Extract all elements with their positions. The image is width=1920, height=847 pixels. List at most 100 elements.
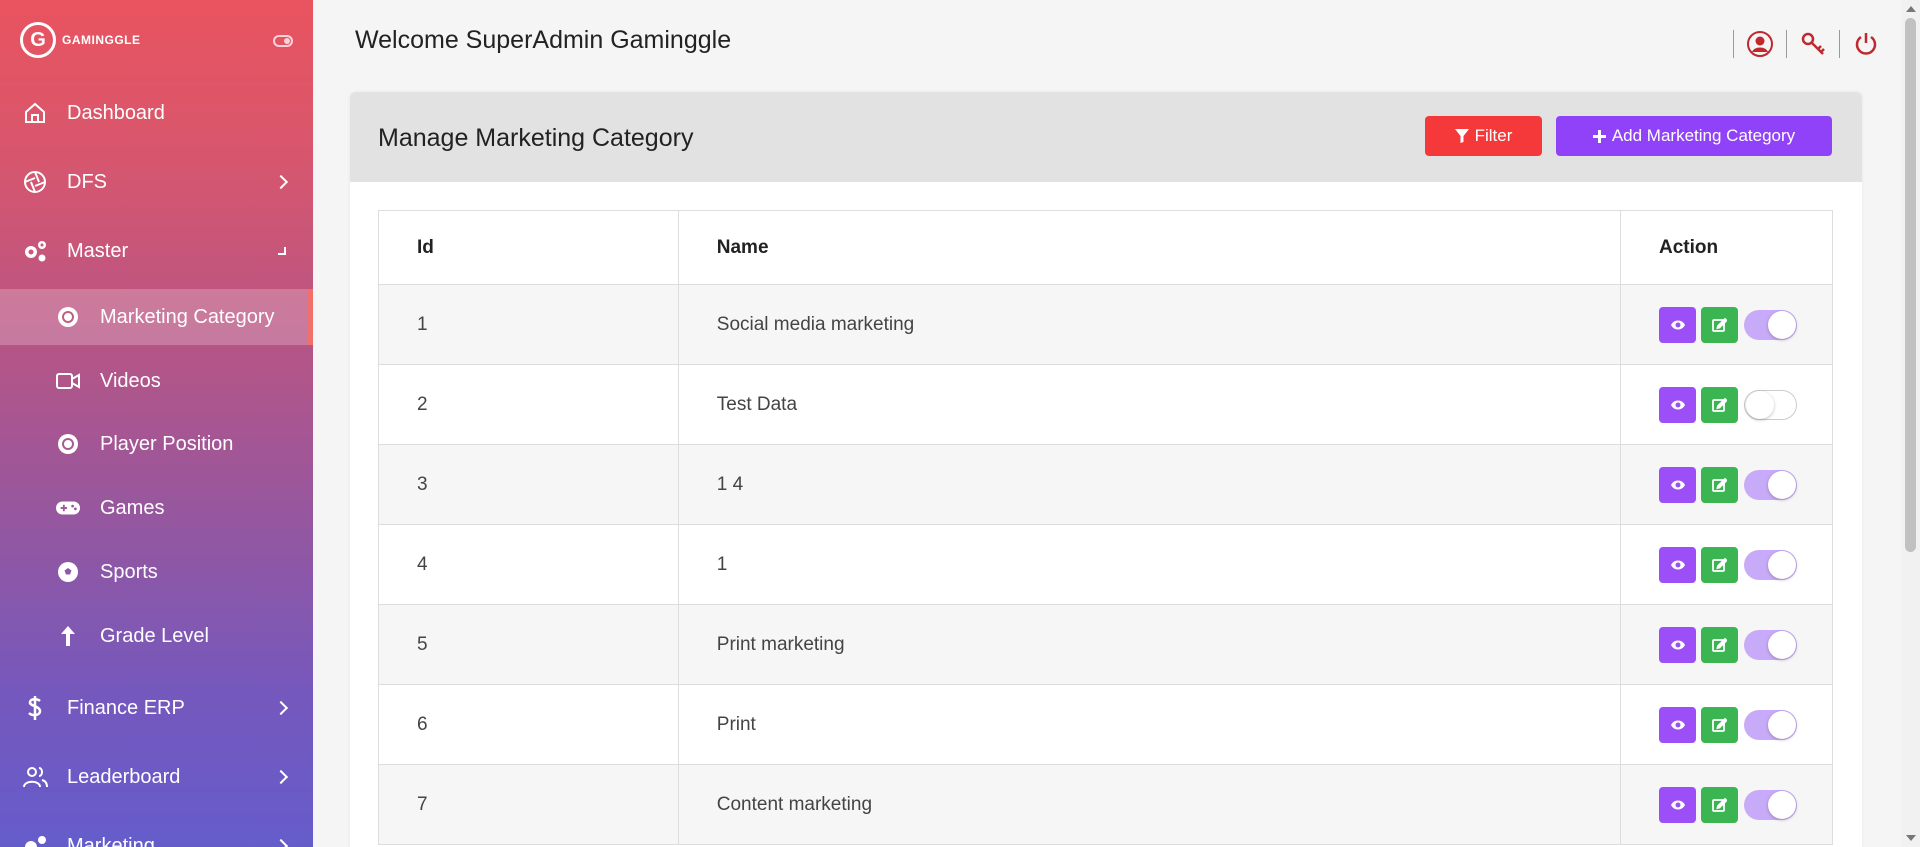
view-button[interactable] [1659,386,1697,423]
filter-button[interactable]: Filter [1425,116,1542,156]
column-header-id: Id [378,210,679,285]
sidebar-item-label: Finance ERP [67,696,185,719]
user-profile-icon[interactable] [1746,30,1774,58]
status-toggle[interactable] [1744,709,1798,740]
sidebar-subitem-player-position[interactable]: Player Position [0,416,313,472]
status-toggle[interactable] [1744,309,1798,340]
add-marketing-category-button[interactable]: Add Marketing Category [1556,116,1832,156]
edit-icon [1712,557,1728,572]
edit-icon [1712,477,1728,492]
sidebar-item-finance-erp[interactable]: Finance ERP [0,680,313,736]
view-button[interactable] [1659,306,1697,343]
divider [1733,30,1734,58]
row-actions [1659,626,1832,663]
chevron-right-icon [273,838,289,847]
gamepad-icon [56,496,80,520]
eye-icon [1670,719,1686,731]
plus-icon [1592,129,1606,143]
sidebar-toggle-icon[interactable] [273,35,293,47]
view-button[interactable] [1659,706,1697,743]
key-icon[interactable] [1799,30,1827,58]
edit-button[interactable] [1701,786,1739,823]
table-header-row: Id Name Action [378,210,1833,285]
chevron-right-icon [273,700,289,716]
video-icon [56,369,80,393]
sidebar-subitem-grade-level[interactable]: Grade Level [0,608,313,664]
sidebar-item-leaderboard[interactable]: Leaderboard [0,749,313,805]
status-toggle[interactable] [1744,549,1798,580]
status-toggle[interactable] [1744,629,1798,660]
cell-actions [1620,764,1833,845]
page-title: Manage Marketing Category [378,124,694,152]
eye-icon [1670,399,1686,411]
chevron-right-icon [273,769,289,785]
brand-logo[interactable]: G GAMINGGLE [20,22,141,58]
edit-button[interactable] [1701,626,1739,663]
sidebar-subitem-videos[interactable]: Videos [0,353,313,409]
filter-button-label: Filter [1474,126,1513,145]
header-actions [1721,30,1880,58]
view-button[interactable] [1659,626,1697,663]
cell-actions [1620,524,1833,605]
scrollbar-thumb[interactable] [1905,18,1916,552]
table-row: 41 [378,524,1833,605]
edit-button[interactable] [1701,706,1739,743]
status-toggle[interactable] [1744,469,1798,500]
status-toggle[interactable] [1744,389,1798,420]
row-actions [1659,546,1832,583]
badge-icon [56,305,80,329]
sidebar-subitem-games[interactable]: Games [0,480,313,536]
toggle-knob [1768,630,1797,659]
sidebar-subitem-label: Sports [100,560,158,583]
sidebar-subitem-sports[interactable]: Sports [0,544,313,600]
row-actions [1659,386,1832,423]
cell-name: Social media marketing [677,284,1622,365]
sidebar-item-dashboard[interactable]: Dashboard [0,85,313,141]
edit-button[interactable] [1701,306,1739,343]
users-icon [22,764,48,790]
toggle-knob [1768,550,1797,579]
sidebar-item-dfs[interactable]: DFS [0,154,313,210]
sidebar-item-marketing[interactable]: Marketing [0,818,313,847]
home-icon [22,100,48,126]
badge-icon [56,432,80,456]
cell-actions [1620,444,1833,525]
chevron-down-icon [278,247,286,255]
toggle-knob [1768,790,1797,819]
row-actions [1659,786,1832,823]
power-icon[interactable] [1852,30,1880,58]
edit-icon [1712,637,1728,652]
edit-button[interactable] [1701,466,1739,503]
toggle-knob [1746,390,1775,419]
gears-icon [22,833,48,847]
edit-icon [1712,797,1728,812]
scroll-down-arrow-icon[interactable] [1906,835,1916,841]
status-toggle[interactable] [1744,789,1798,820]
sidebar-subitem-marketing-category[interactable]: Marketing Category [0,289,313,345]
cell-id: 4 [378,524,679,605]
edit-icon [1712,317,1728,332]
sidebar-subitem-label: Grade Level [100,624,209,647]
filter-icon [1454,129,1469,143]
sidebar-item-master[interactable]: Master [0,223,313,279]
table-body: 1 Social media marketing 2 Test Data 3 1 4415… [378,284,1833,845]
sidebar-item-label: DFS [67,170,107,193]
cell-name: Print [677,684,1622,765]
edit-button[interactable] [1701,386,1739,423]
divider [1786,30,1787,58]
table-row: 6 Print [378,684,1833,765]
scroll-up-arrow-icon[interactable] [1906,6,1916,12]
page-scrollbar[interactable] [1901,0,1920,847]
table-row: 5 Print marketing [378,604,1833,685]
edit-button[interactable] [1701,546,1739,583]
cell-id: 1 [378,284,679,365]
soccer-ball-icon [56,560,80,584]
view-button[interactable] [1659,786,1697,823]
view-button[interactable] [1659,466,1697,503]
row-actions [1659,466,1832,503]
cell-name: Test Data [677,364,1622,445]
eye-icon [1670,559,1686,571]
view-button[interactable] [1659,546,1697,583]
cell-name: 1 4 [677,444,1622,525]
cell-actions [1620,604,1833,685]
